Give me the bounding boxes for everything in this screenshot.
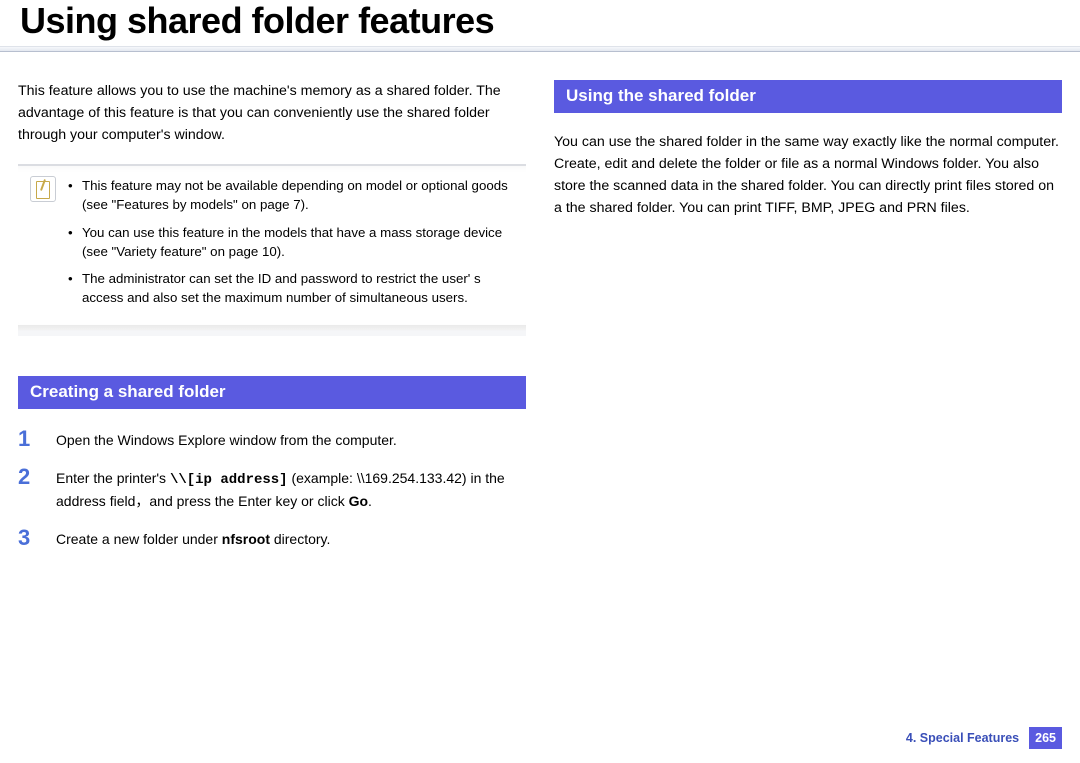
- note-list: This feature may not be available depend…: [68, 176, 514, 316]
- footer-page-number: 265: [1029, 727, 1062, 749]
- step-number: 2: [18, 465, 40, 489]
- section-heading-creating: Creating a shared folder: [18, 376, 526, 409]
- step-number: 3: [18, 526, 40, 550]
- note-item: This feature may not be available depend…: [68, 176, 514, 215]
- step-row: 3 Create a new folder under nfsroot dire…: [18, 526, 526, 550]
- right-paragraph: You can use the shared folder in the sam…: [554, 131, 1062, 219]
- step-text: Open the Windows Explore window from the…: [56, 427, 397, 451]
- intro-paragraph: This feature allows you to use the machi…: [18, 80, 526, 146]
- step-row: 2 Enter the printer's \\[ip address] (ex…: [18, 465, 526, 512]
- page-title: Using shared folder features: [20, 0, 1080, 42]
- step-row: 1 Open the Windows Explore window from t…: [18, 427, 526, 451]
- document-page: Using shared folder features This featur…: [0, 0, 1080, 763]
- left-column: This feature allows you to use the machi…: [18, 80, 526, 564]
- section-heading-using: Using the shared folder: [554, 80, 1062, 113]
- step-text: Create a new folder under nfsroot direct…: [56, 526, 330, 550]
- step-number: 1: [18, 427, 40, 451]
- steps-list: 1 Open the Windows Explore window from t…: [18, 427, 526, 550]
- note-item: The administrator can set the ID and pas…: [68, 269, 514, 308]
- note-box: This feature may not be available depend…: [18, 164, 526, 336]
- content-columns: This feature allows you to use the machi…: [0, 52, 1080, 564]
- step-text: Enter the printer's \\[ip address] (exam…: [56, 465, 526, 512]
- right-column: Using the shared folder You can use the …: [554, 80, 1062, 564]
- title-bar: Using shared folder features: [0, 0, 1080, 42]
- page-footer: 4. Special Features 265: [906, 727, 1062, 749]
- note-icon: [30, 176, 56, 202]
- note-item: You can use this feature in the models t…: [68, 223, 514, 262]
- footer-chapter: 4. Special Features: [906, 731, 1019, 745]
